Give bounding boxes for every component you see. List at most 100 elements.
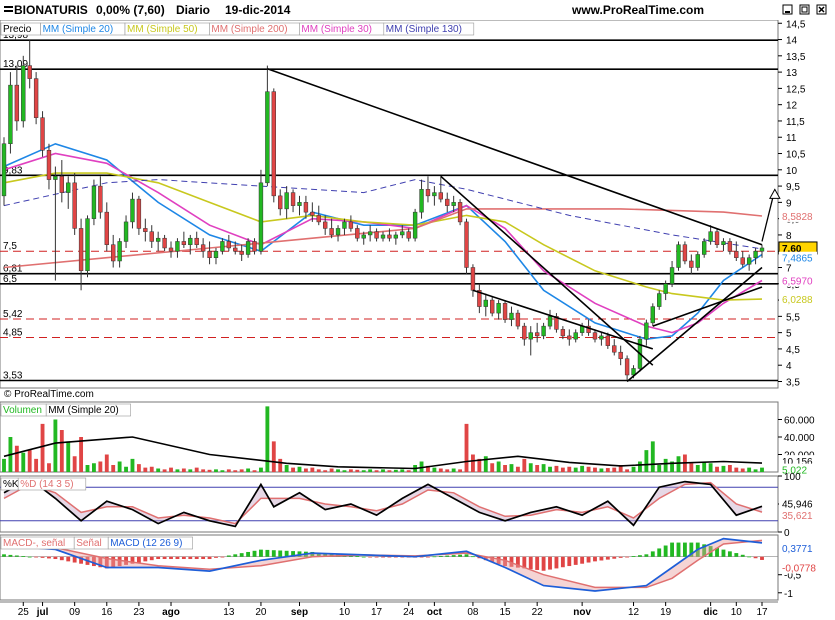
- candle-body: [367, 231, 373, 236]
- macd-histogram-bar: [599, 556, 604, 561]
- volume-bar: [271, 441, 276, 472]
- y-tick-label: 0: [784, 528, 790, 539]
- volume-bar: [72, 456, 77, 472]
- macd-histogram-bar: [580, 556, 585, 564]
- volume-bar: [554, 465, 559, 472]
- macd-histogram-bar: [226, 555, 231, 557]
- legend-item: MM (Simple 20): [43, 24, 114, 35]
- candle-body: [168, 247, 174, 252]
- macd-histogram-bar: [214, 556, 218, 558]
- volume-bar: [348, 469, 353, 472]
- volume-bar: [515, 466, 520, 472]
- candle-body: [33, 78, 39, 118]
- volume-bar: [387, 470, 392, 472]
- macd-histogram-bar: [638, 555, 642, 557]
- price-panel: 3,544,555,566,577,588,599,51010,51111,51…: [0, 20, 818, 389]
- macd-histogram-bar: [586, 556, 591, 563]
- volume-bar: [740, 468, 745, 472]
- candle-body: [78, 228, 84, 272]
- macd-histogram-bar: [631, 556, 636, 557]
- macd-histogram-bar: [59, 556, 64, 561]
- x-tick-label: dic: [703, 607, 718, 618]
- volume-bar: [220, 470, 225, 472]
- macd-histogram-bar: [541, 556, 546, 571]
- volume-bar: [393, 469, 398, 472]
- y-tick-label: 4,5: [786, 345, 800, 356]
- candle-body: [702, 241, 707, 255]
- y-tick-label: 40.000: [784, 433, 815, 444]
- price-tag: 6,0288: [782, 295, 813, 306]
- candle-body: [624, 358, 630, 376]
- volume-bar: [355, 469, 360, 472]
- x-tick-label: 17: [756, 607, 768, 618]
- macd-histogram-bar: [560, 556, 565, 568]
- volume-bar: [438, 468, 443, 472]
- candle-body: [252, 241, 257, 252]
- macd-histogram-bar: [445, 555, 450, 557]
- volume-bar: [136, 464, 141, 472]
- candle-body: [59, 176, 64, 193]
- level-label: 7,5: [3, 241, 17, 252]
- candle-body: [509, 312, 514, 320]
- candle-body: [451, 202, 456, 206]
- volume-bar: [59, 430, 64, 472]
- candle-body: [27, 65, 32, 79]
- macd-histogram-bar: [548, 556, 552, 570]
- volume-bar: [85, 465, 90, 472]
- macd-histogram-bar: [252, 550, 257, 557]
- volume-bar: [702, 461, 707, 472]
- close-icon[interactable]: [816, 4, 828, 16]
- candle-body: [445, 198, 450, 206]
- volume-bar: [207, 469, 212, 472]
- candle-body: [361, 234, 366, 239]
- volume-bar: [689, 463, 694, 472]
- macd-histogram-bar: [201, 556, 206, 560]
- volume-bar: [715, 466, 719, 472]
- candle-body: [21, 65, 26, 122]
- candle-body: [316, 215, 321, 223]
- candle-body: [53, 176, 58, 180]
- volume-bar: [188, 469, 193, 472]
- volume-bar: [580, 465, 585, 472]
- candle-body: [560, 329, 566, 337]
- legend-item: Señal: [76, 538, 102, 549]
- minimize-icon[interactable]: [782, 4, 794, 16]
- candle-body: [502, 303, 508, 320]
- maximize-icon[interactable]: [799, 4, 811, 16]
- y-tick-label: 9: [786, 198, 792, 209]
- candle-body: [46, 150, 52, 180]
- macd-histogram-bar: [194, 556, 199, 560]
- macd-histogram-bar: [66, 556, 71, 562]
- x-tick-label: 08: [467, 607, 479, 618]
- chart-canvas[interactable]: 3,544,555,566,577,588,599,51010,51111,51…: [0, 20, 835, 620]
- candle-body: [323, 221, 328, 229]
- macd-histogram-bar: [727, 551, 732, 557]
- x-tick-label: nov: [573, 607, 591, 618]
- macd-histogram-bar: [753, 556, 758, 559]
- volume-bar: [708, 463, 713, 472]
- candle-body: [162, 237, 167, 249]
- macd-histogram-bar: [156, 556, 161, 560]
- macd-histogram-bar: [471, 556, 475, 558]
- volume-bar: [117, 461, 122, 472]
- price-tag: 6,5970: [782, 277, 813, 288]
- macd-histogram-bar: [618, 556, 623, 558]
- candle-body: [297, 202, 302, 206]
- candle-body: [522, 325, 527, 340]
- price-tag: 7,4865: [782, 254, 813, 265]
- macd-histogram-bar: [612, 556, 617, 559]
- macd-histogram-bar: [451, 555, 456, 557]
- x-tick-label: 19: [660, 607, 672, 618]
- legend-item: %K: [3, 479, 19, 490]
- volume-bar: [27, 450, 32, 472]
- macd-histogram-bar: [734, 553, 739, 557]
- x-tick-label: 25: [18, 607, 30, 618]
- volume-bar: [657, 465, 662, 472]
- volume-bar: [522, 458, 527, 472]
- volume-bar: [650, 441, 655, 472]
- volume-bar: [214, 469, 218, 472]
- legend-item: MM (Simple 130): [386, 24, 462, 35]
- candle-body: [66, 182, 71, 193]
- volume-bar: [47, 463, 51, 472]
- volume-bar: [2, 458, 6, 472]
